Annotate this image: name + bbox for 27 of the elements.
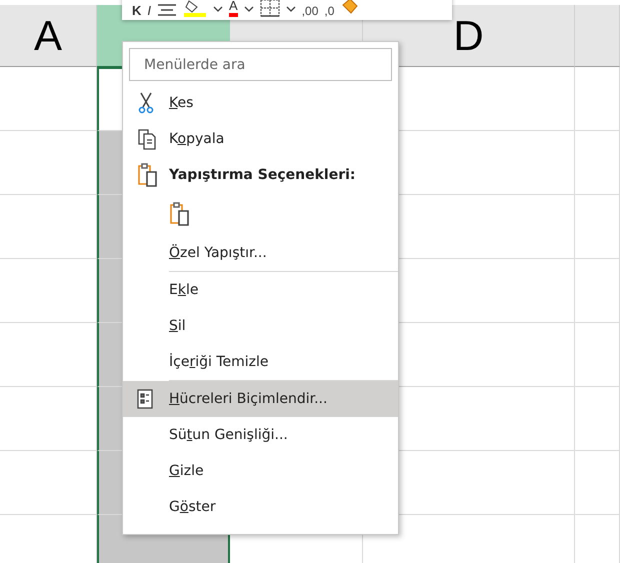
menu-heading: Yapıştırma Seçenekleri: [169,167,356,183]
decimal-button[interactable]: ,0 [324,1,334,17]
scissors-icon [137,92,155,114]
fill-color-icon[interactable] [183,0,208,17]
italic-button[interactable]: I [147,1,152,17]
menu-item[interactable]: Özel Yapıştır... [123,235,398,271]
highlighted-menu-item[interactable]: Hücreleri Biçimlendir... [123,381,398,417]
menu-item[interactable]: Gizle [123,453,398,489]
menu-item[interactable]: İçeriği Temizle [123,344,398,380]
copy-icon [137,128,157,150]
menu-item[interactable]: Sütun Genişliği... [123,417,398,453]
column-header[interactable]: A [0,5,97,67]
menu-item[interactable]: Ekle [123,272,398,308]
align-center-icon[interactable] [157,3,178,17]
bold-button[interactable]: K [132,1,142,17]
menu-item[interactable]: Göster [123,489,398,525]
menu-item[interactable]: Sil [123,308,398,344]
menu-item[interactable]: Kopyala [123,121,398,157]
paste-option-icon[interactable] [169,201,191,227]
decimal-button[interactable]: ,00 [302,1,318,17]
format-cells-icon [137,389,153,409]
font-color-button[interactable]: A [229,0,238,17]
borders-icon[interactable] [260,0,280,17]
menu-item[interactable]: Kes [123,85,398,121]
search-field[interactable]: Menülerde ara [129,48,392,81]
column-header[interactable] [575,5,620,67]
clipboard-icon [137,162,159,188]
